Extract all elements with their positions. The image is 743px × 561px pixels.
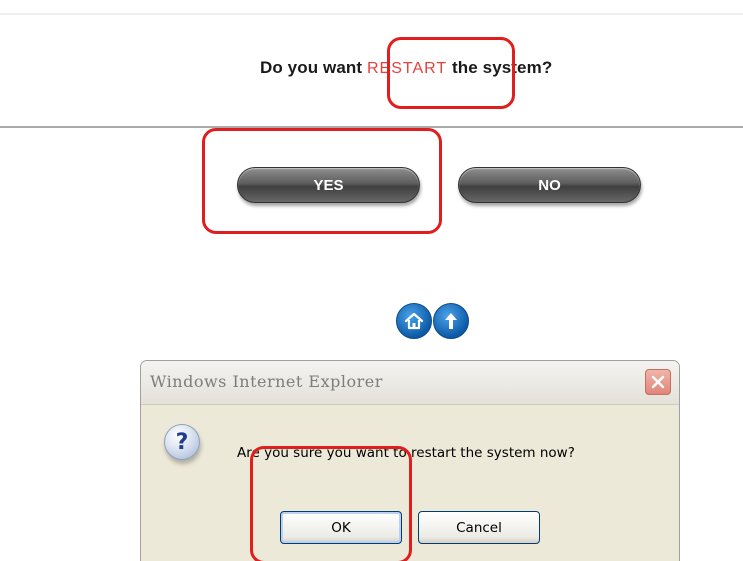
up-arrow-icon-glyph	[445, 313, 457, 329]
dialog-close-button[interactable]	[645, 369, 671, 395]
top-divider	[0, 13, 743, 15]
restart-page: Do you want RESTART the system? YES NO W…	[0, 0, 743, 561]
dialog-title: Windows Internet Explorer	[150, 372, 383, 391]
up-arrow-icon[interactable]	[433, 303, 469, 339]
ok-highlight-box	[250, 446, 412, 561]
restart-highlight-box	[387, 37, 515, 109]
cancel-button[interactable]: Cancel	[418, 511, 540, 544]
dialog-titlebar[interactable]: Windows Internet Explorer	[141, 361, 679, 405]
close-icon	[651, 375, 665, 389]
cancel-button-label: Cancel	[456, 519, 502, 536]
no-button[interactable]: NO	[458, 167, 641, 203]
question-icon: ?	[164, 424, 200, 460]
no-button-label: NO	[538, 176, 561, 194]
home-icon-glyph	[404, 312, 424, 330]
yes-highlight-box	[202, 128, 442, 234]
question-text-before: Do you want	[260, 58, 367, 77]
home-icon[interactable]	[396, 303, 432, 339]
